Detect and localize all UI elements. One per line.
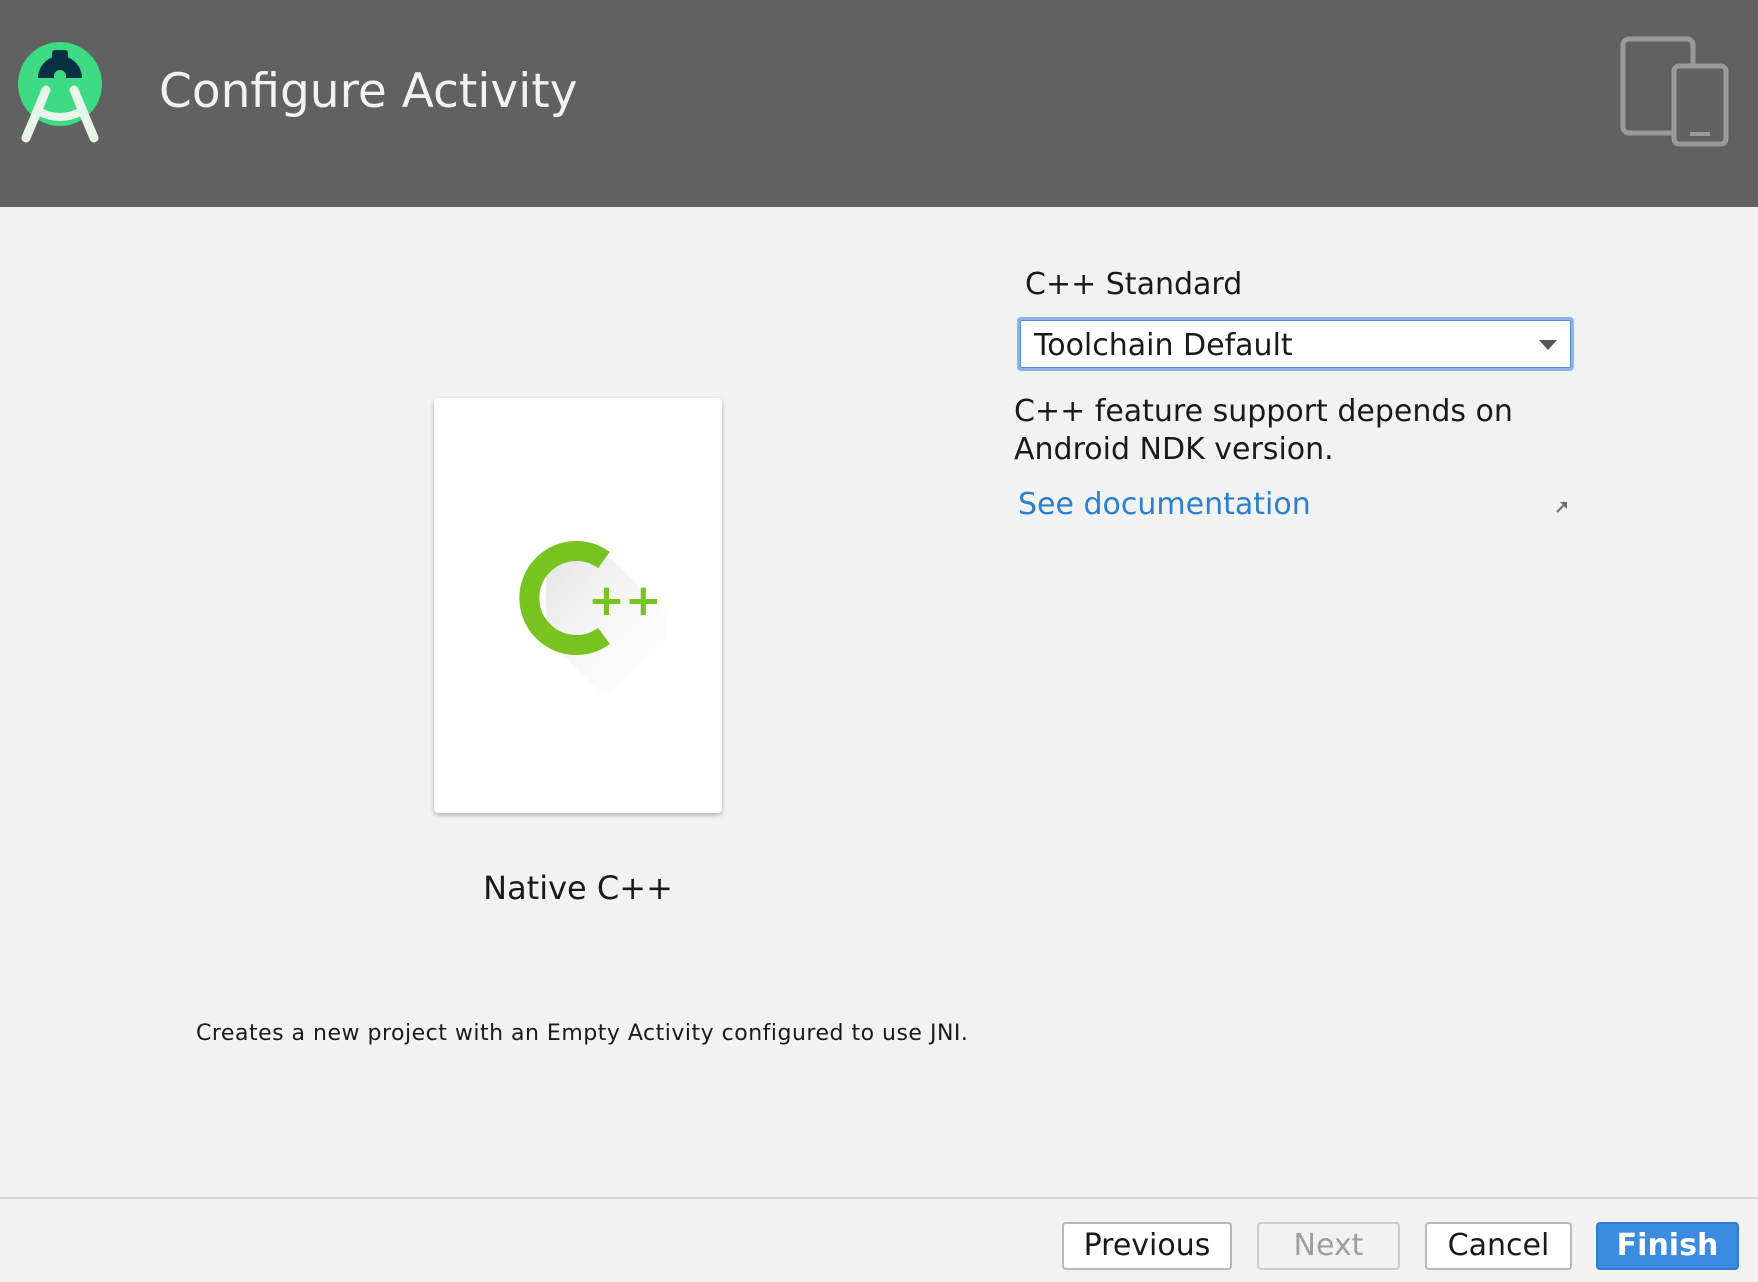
cpp-standard-label: C++ Standard (1025, 267, 1243, 302)
external-link-icon[interactable] (1553, 498, 1571, 516)
dialog-body: ++ Native C++ Creates a new project with… (0, 207, 1758, 1197)
chevron-down-icon (1539, 340, 1557, 350)
dropdown-selected-value: Toolchain Default (1034, 328, 1293, 363)
android-studio-icon (18, 42, 102, 143)
template-name: Native C++ (483, 869, 673, 907)
tablet-phone-icon (1620, 36, 1729, 147)
next-button[interactable]: Next (1257, 1222, 1400, 1270)
svg-text:++: ++ (588, 575, 662, 626)
page-title: Configure Activity (159, 64, 578, 119)
previous-button[interactable]: Previous (1062, 1222, 1232, 1270)
cpp-standard-dropdown[interactable]: Toolchain Default (1017, 317, 1574, 371)
template-card: ++ (434, 398, 722, 813)
footer-divider (0, 1197, 1758, 1199)
finish-button[interactable]: Finish (1596, 1222, 1739, 1270)
cpp-icon: ++ (519, 541, 666, 698)
template-description: Creates a new project with an Empty Acti… (196, 1021, 969, 1046)
see-documentation-link[interactable]: See documentation (1018, 487, 1311, 522)
cancel-button[interactable]: Cancel (1425, 1222, 1572, 1270)
ndk-support-note: C++ feature support depends on Android N… (1014, 394, 1513, 467)
dialog-header: Configure Activity (0, 0, 1758, 207)
